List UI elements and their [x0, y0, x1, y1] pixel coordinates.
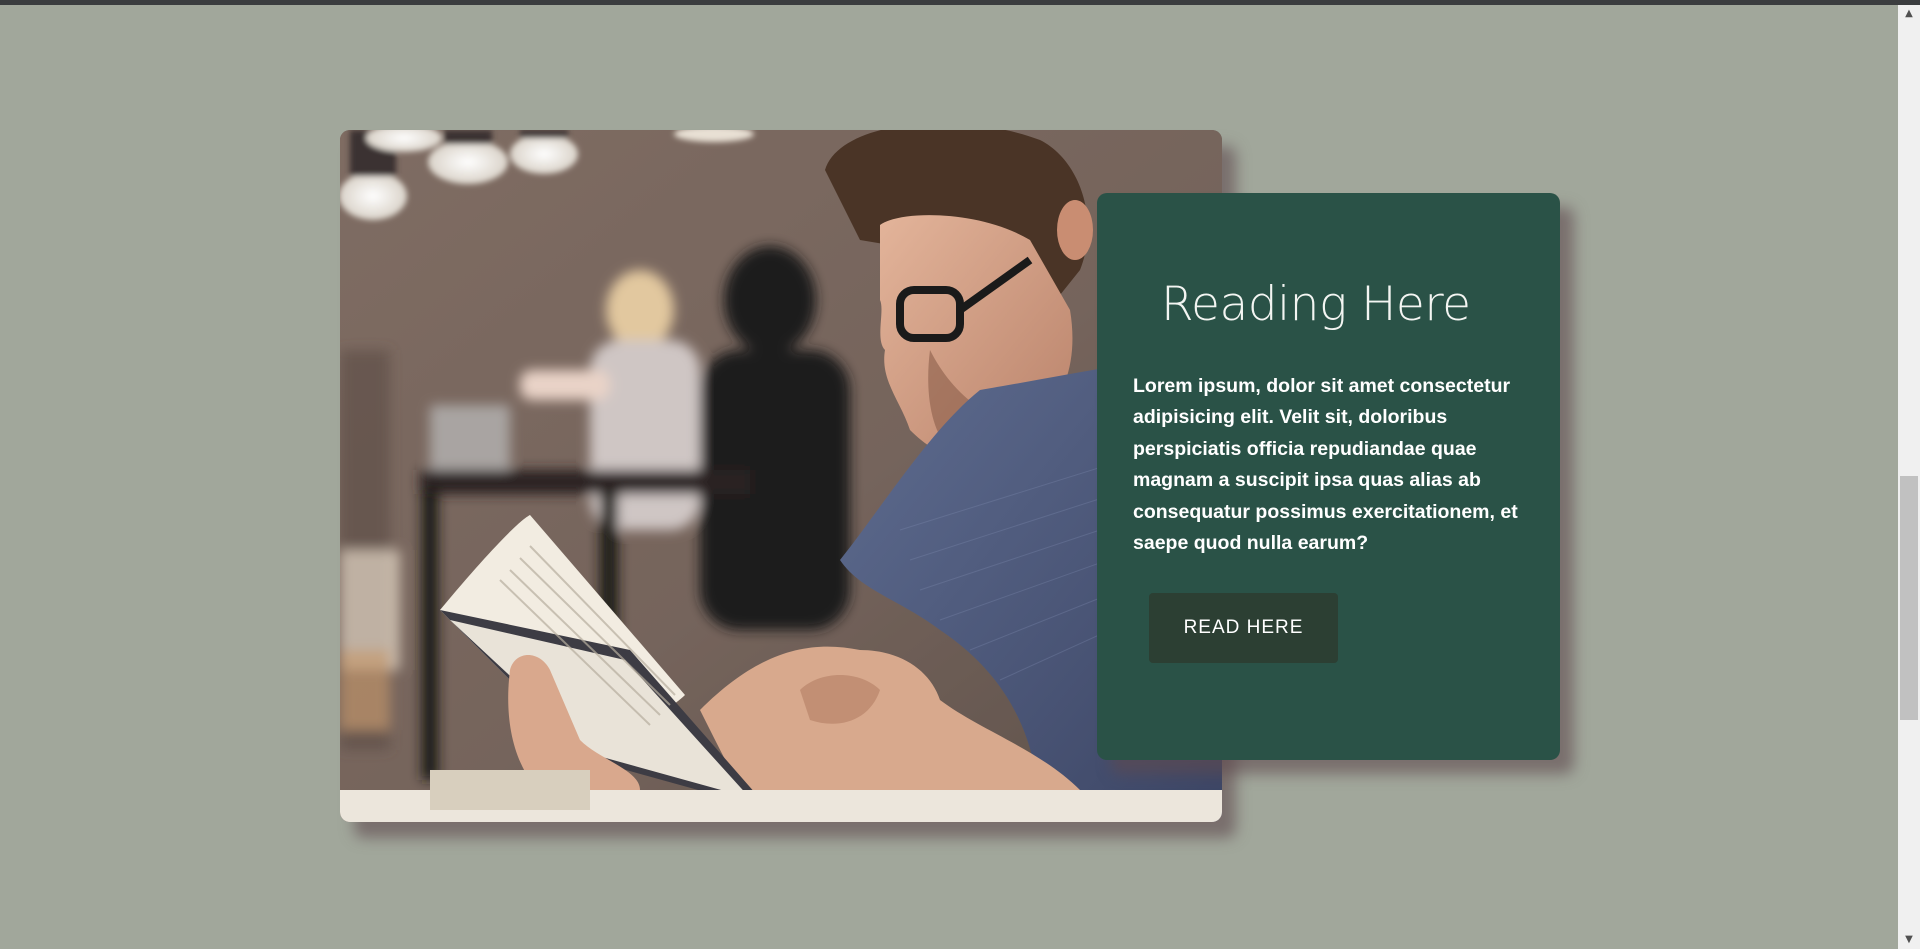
man-reading-book-photo: [340, 130, 1222, 822]
vertical-scrollbar[interactable]: ▲ ▼: [1898, 5, 1920, 949]
arrow-up-icon[interactable]: ▲: [1898, 5, 1920, 23]
scroll-thumb[interactable]: [1900, 476, 1918, 720]
card-title: Reading Here: [1161, 277, 1471, 332]
feature-image: [340, 130, 1222, 822]
page-content: Reading Here Lorem ipsum, dolor sit amet…: [0, 5, 1898, 949]
reading-card: Reading Here Lorem ipsum, dolor sit amet…: [1097, 193, 1560, 760]
arrow-down-icon[interactable]: ▼: [1898, 931, 1920, 949]
card-description: Lorem ipsum, dolor sit amet consectetur …: [1133, 374, 1518, 555]
read-here-button[interactable]: READ HERE: [1149, 592, 1338, 663]
